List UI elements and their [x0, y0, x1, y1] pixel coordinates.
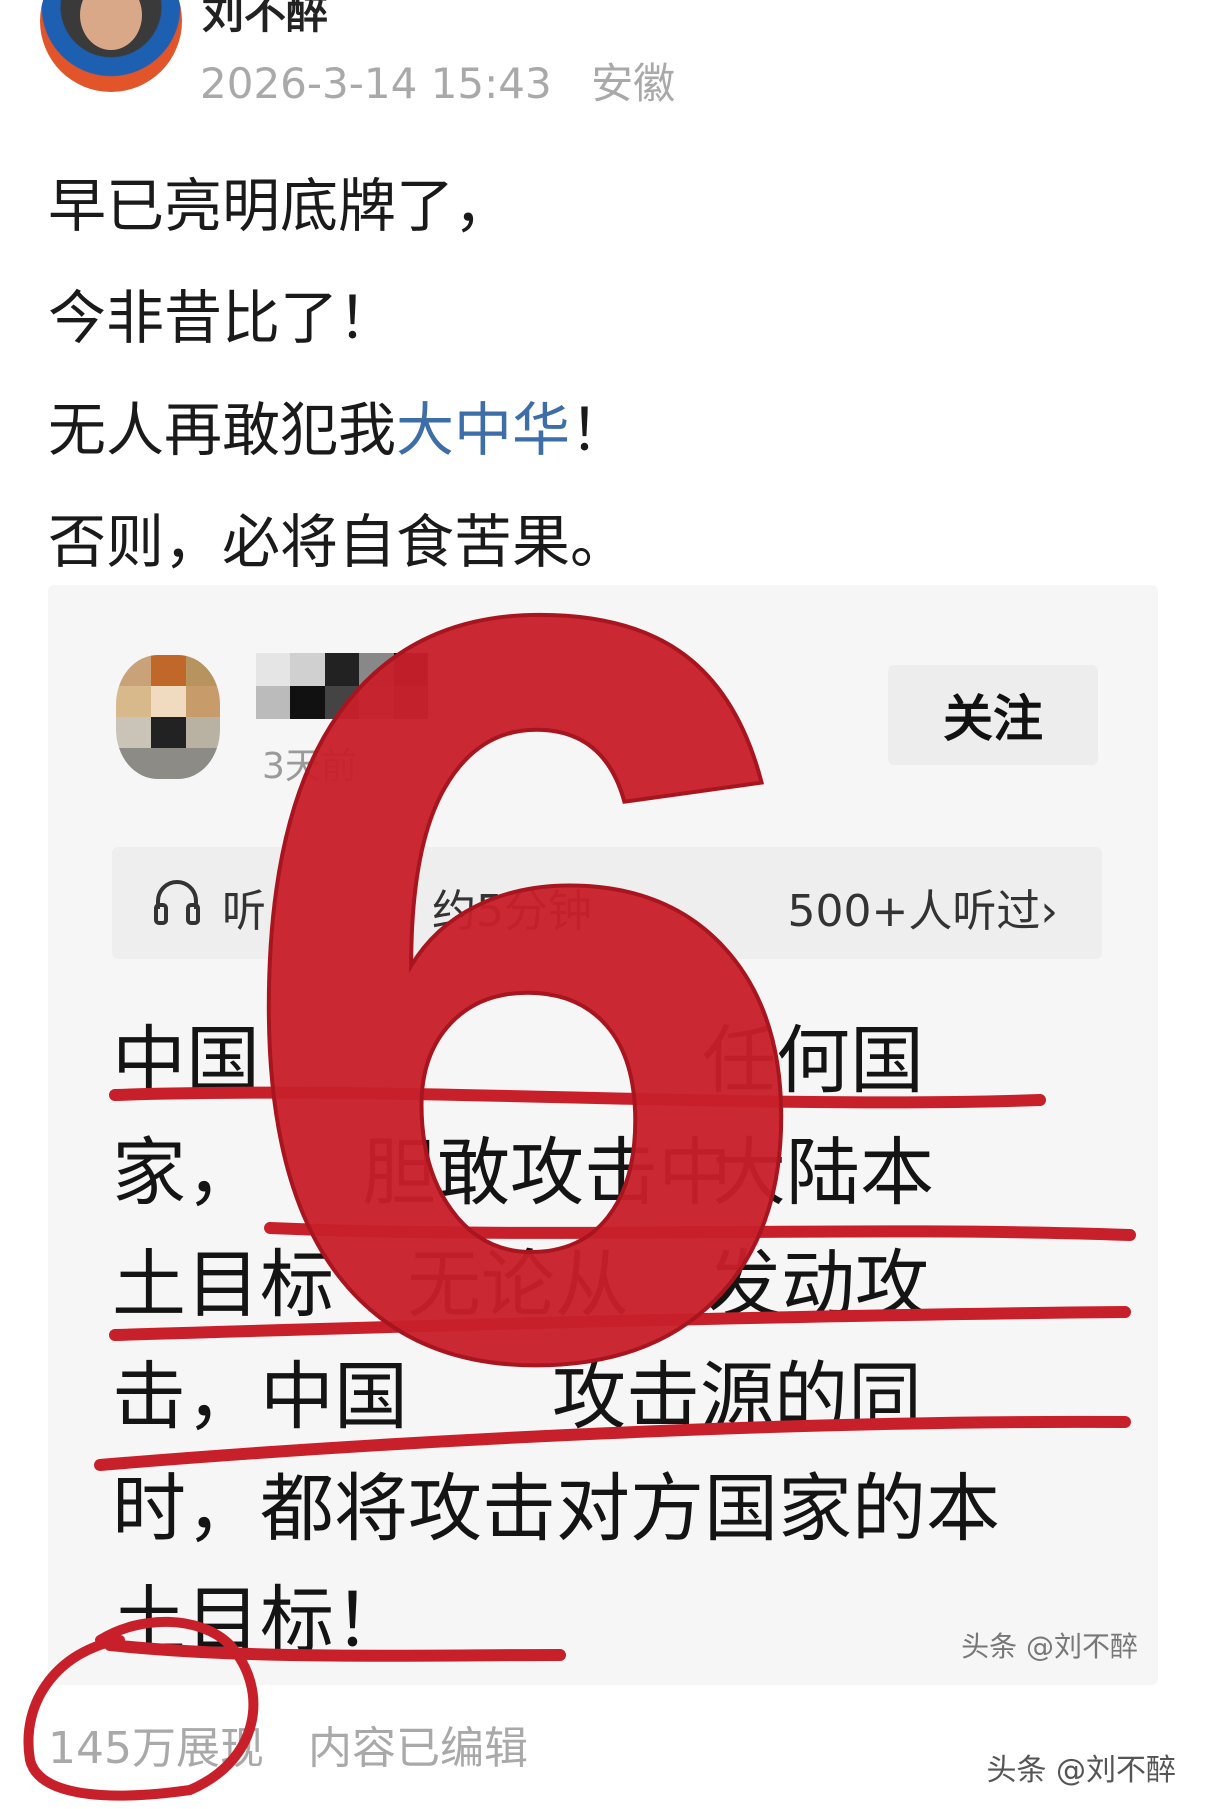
post-line-1: 早已亮明底牌了，	[48, 172, 513, 240]
post-date: 2026-3-14 15:43	[200, 59, 552, 108]
topic-link[interactable]: 大中华	[396, 396, 570, 464]
author-avatar[interactable]	[40, 0, 182, 92]
quoted-line-1: 中国 任何国	[112, 1005, 1000, 1117]
quoted-line-3-right: 发动攻	[707, 1242, 929, 1328]
quoted-line-5: 时，都将攻击对方国家的本	[112, 1466, 1000, 1552]
quoted-body: 中国 任何国 家， 胆敢攻击中 大陆本 土目标 无论从 发动攻 击，中国 攻击源的同 时，都…	[112, 1005, 1000, 1677]
blurred-avatar	[116, 655, 220, 779]
quoted-time: 3天前	[262, 746, 357, 787]
blurred-username	[256, 653, 428, 719]
quoted-line-3-mid: 无论从	[407, 1242, 629, 1328]
quoted-line-1-left: 中国	[112, 1018, 260, 1104]
quoted-line-2-right: 大陆本	[712, 1130, 934, 1216]
listen-duration: 约5分钟	[432, 886, 592, 937]
follow-button[interactable]: 关注	[888, 665, 1098, 765]
quoted-screenshot[interactable]: 3天前 关注 听 约5分钟 500+人听过› 中国 任何国 家， 胆敢攻击中 大陆本 …	[48, 585, 1158, 1685]
post-meta: 2026-3-14 15:43 安徽	[200, 50, 675, 111]
post-location: 安徽	[591, 59, 676, 108]
post-stats: 145万展现 内容已编辑	[48, 1712, 528, 1776]
edited-label: 内容已编辑	[307, 1723, 528, 1774]
post-line-3: 无人再敢犯我大中华！	[48, 374, 628, 486]
quoted-line-2: 家， 胆敢攻击中 大陆本	[112, 1117, 1000, 1229]
quoted-line-4-left: 击，中国	[112, 1354, 408, 1440]
quoted-line-6: 土目标！	[112, 1578, 408, 1664]
post-header: 刘不醉 2026-3-14 15:43 安徽	[0, 0, 1206, 130]
image-watermark: 头条 @刘不醉	[986, 1753, 1176, 1788]
quoted-line-4-right: 攻击源的同	[552, 1354, 922, 1440]
view-count: 145万展现	[48, 1723, 264, 1774]
quoted-line-2-mid: 胆敢攻击中	[362, 1130, 732, 1216]
post-line-4: 否则，必将自食苦果。	[48, 508, 629, 576]
chevron-right-icon: ›	[1040, 886, 1058, 937]
quoted-line-3: 土目标 无论从 发动攻	[112, 1229, 1000, 1341]
inner-watermark: 头条 @刘不醉	[961, 1630, 1138, 1663]
post-line-2: 今非昔比了！	[48, 284, 397, 352]
avatar-face	[80, 0, 142, 50]
post-line-3-text: 无人再敢犯我	[48, 396, 397, 464]
listener-count-text: 500+人听过	[787, 886, 1041, 937]
quoted-line-3-left: 土目标	[112, 1242, 334, 1328]
listen-bar[interactable]: 听 约5分钟 500+人听过›	[112, 847, 1102, 959]
headphones-icon	[154, 880, 200, 925]
post-text: 早已亮明底牌了， 今非昔比了！ 无人再敢犯我大中华！ 否则，必将自食苦果。	[48, 150, 628, 598]
listen-label: 听	[222, 886, 266, 937]
quoted-line-2-left: 家，	[112, 1130, 260, 1216]
author-name[interactable]: 刘不醉	[202, 0, 328, 41]
quoted-line-1-right: 任何国	[702, 1018, 924, 1104]
listener-count[interactable]: 500+人听过›	[788, 875, 1058, 939]
quoted-line-4: 击，中国 攻击源的同	[112, 1341, 1000, 1453]
post-line-3-end: ！	[570, 396, 629, 464]
